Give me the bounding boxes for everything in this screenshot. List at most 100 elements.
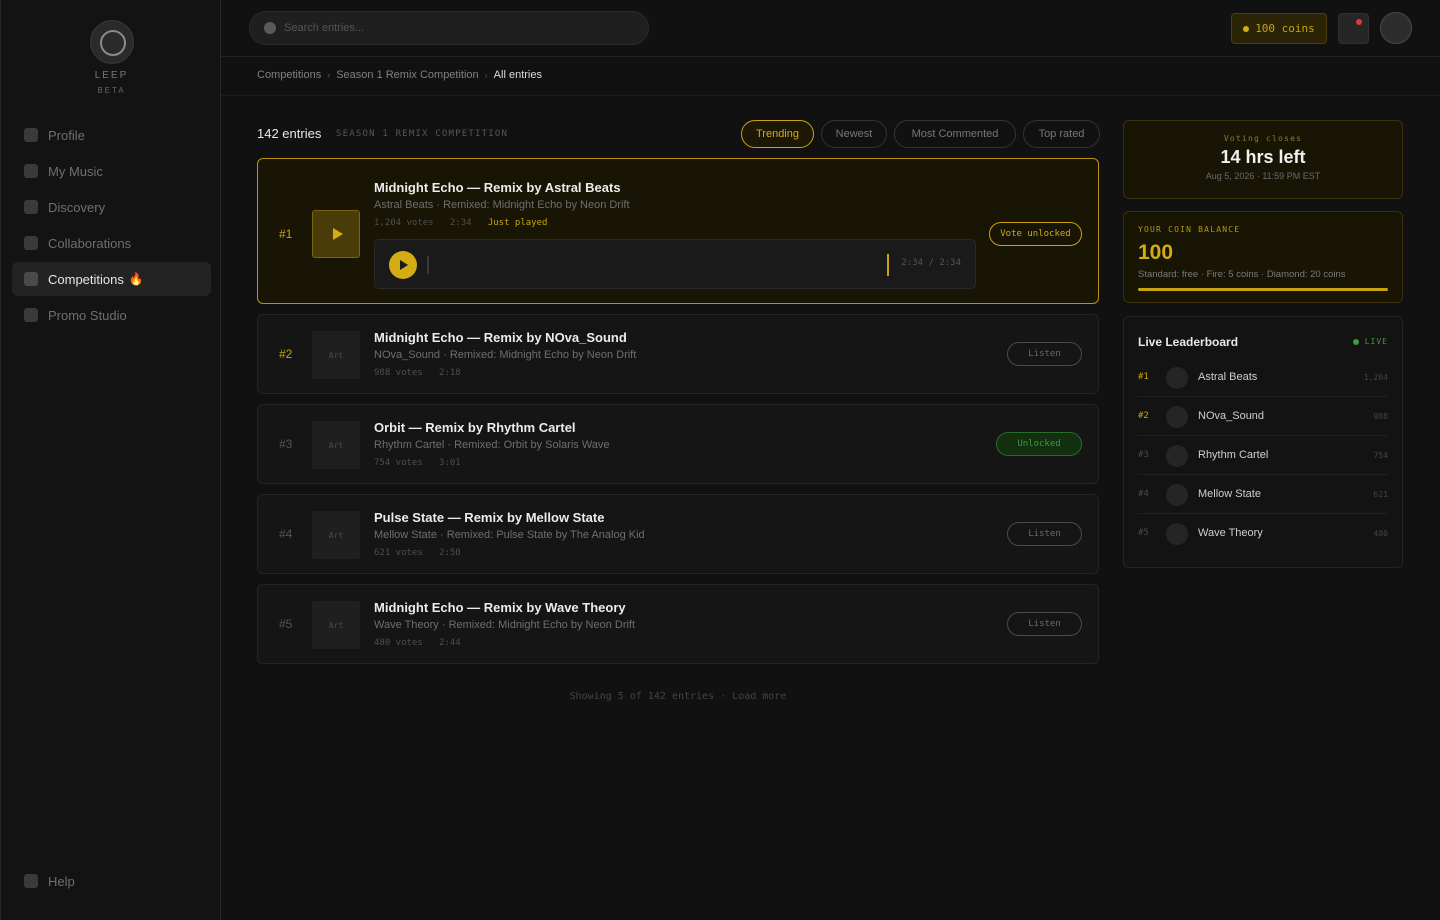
leaderboard-rank: #5 xyxy=(1138,528,1149,538)
entry-rank: #2 xyxy=(279,347,293,361)
collaborations-icon xyxy=(24,236,38,250)
entry-votes: 1,204 votes xyxy=(374,218,434,228)
chevron-right-icon: › xyxy=(327,70,331,80)
sidebar-item-label: Competitions xyxy=(48,271,124,287)
entry-title[interactable]: Pulse State — Remix by Mellow State xyxy=(374,510,604,525)
breadcrumb: Competitions › Season 1 Remix Competitio… xyxy=(257,69,542,81)
leaderboard-rank: #2 xyxy=(1138,411,1149,421)
playhead[interactable] xyxy=(887,254,889,276)
leaderboard-title: Live Leaderboard xyxy=(1138,335,1239,349)
entry-card[interactable]: #4 Art Pulse State — Remix by Mellow Sta… xyxy=(257,494,1099,574)
sidebar-nav: Profile My Music Discovery Collaboration… xyxy=(12,118,211,334)
brand-tag: BETA xyxy=(97,86,126,95)
vote-unlocked-button[interactable]: Vote unlocked xyxy=(989,222,1082,246)
entry-rank: #5 xyxy=(279,617,293,631)
leaderboard-row[interactable]: #2 NOva_Sound 988 xyxy=(1138,398,1388,436)
sidebar-item-my-music[interactable]: My Music xyxy=(12,154,211,188)
audio-player: 2:34 / 2:34 xyxy=(374,239,976,289)
entry-votes: 754 votes xyxy=(374,458,423,468)
entry-meta: 1,204 votes 2:34 Just played xyxy=(374,218,547,228)
entry-title[interactable]: Orbit — Remix by Rhythm Cartel xyxy=(374,420,576,435)
leaderboard-name: Mellow State xyxy=(1198,488,1261,500)
balance-bar xyxy=(1138,288,1388,291)
entry-rank: #1 xyxy=(279,227,293,241)
leaderboard-row[interactable]: #4 Mellow State 621 xyxy=(1138,476,1388,514)
leaderboard-row[interactable]: #3 Rhythm Cartel 754 xyxy=(1138,437,1388,475)
entry-meta: 621 votes 2:50 xyxy=(374,548,461,558)
search-bar[interactable] xyxy=(249,11,649,45)
entry-card[interactable]: #2 Art Midnight Echo — Remix by NOva_Sou… xyxy=(257,314,1099,394)
logo-icon[interactable] xyxy=(90,20,134,64)
filter-newest[interactable]: Newest xyxy=(821,120,887,148)
sidebar-item-label: Help xyxy=(48,873,75,889)
entries-count: 142 entries xyxy=(257,126,322,141)
music-icon xyxy=(24,164,38,178)
entry-votes: 621 votes xyxy=(374,548,423,558)
topbar: 100 coins xyxy=(221,0,1440,57)
coins-label: 100 coins xyxy=(1255,22,1315,35)
sidebar-item-label: Promo Studio xyxy=(48,307,127,323)
leaderboard-name: Rhythm Cartel xyxy=(1198,449,1269,461)
sidebar-item-collaborations[interactable]: Collaborations xyxy=(12,226,211,260)
sidebar-item-help[interactable]: Help xyxy=(12,864,211,898)
leaderboard-name: Astral Beats xyxy=(1198,371,1258,383)
leaderboard-name: Wave Theory xyxy=(1198,527,1263,539)
live-indicator: LIVE xyxy=(1352,337,1388,346)
entry-title[interactable]: Midnight Echo — Remix by NOva_Sound xyxy=(374,330,627,345)
balance-label: YOUR COIN BALANCE xyxy=(1138,225,1241,234)
voting-closes-panel: Voting closes 14 hrs left Aug 5, 2026 · … xyxy=(1123,120,1403,199)
balance-tiers: Standard: free · Fire: 5 coins · Diamond… xyxy=(1138,269,1346,280)
album-art[interactable]: Art xyxy=(312,331,360,379)
play-button[interactable] xyxy=(389,251,417,279)
listen-button[interactable]: Listen xyxy=(1007,612,1082,636)
album-art[interactable]: Art xyxy=(312,421,360,469)
leaderboard-row[interactable]: #5 Wave Theory 480 xyxy=(1138,515,1388,553)
entry-card[interactable]: #5 Art Midnight Echo — Remix by Wave The… xyxy=(257,584,1099,664)
search-input[interactable] xyxy=(284,22,624,34)
avatar xyxy=(1166,484,1188,506)
progress-track[interactable] xyxy=(427,254,889,276)
entry-subtitle: Astral Beats · Remixed: Midnight Echo by… xyxy=(374,199,630,211)
coins-badge[interactable]: 100 coins xyxy=(1231,13,1327,44)
filter-most-commented[interactable]: Most Commented xyxy=(894,120,1016,148)
entry-votes: 988 votes xyxy=(374,368,423,378)
filter-top-rated[interactable]: Top rated xyxy=(1023,120,1100,148)
entry-card[interactable]: #3 Art Orbit — Remix by Rhythm Cartel Rh… xyxy=(257,404,1099,484)
chevron-right-icon: › xyxy=(484,70,488,80)
sidebar-item-promo-studio[interactable]: Promo Studio xyxy=(12,298,211,332)
album-art[interactable]: Art xyxy=(312,511,360,559)
entry-duration: 2:34 xyxy=(449,218,472,228)
avatar xyxy=(1166,523,1188,545)
entry-title[interactable]: Midnight Echo — Remix by Astral Beats xyxy=(374,180,621,195)
sidebar-item-discovery[interactable]: Discovery xyxy=(12,190,211,224)
leaderboard-votes: 988 xyxy=(1373,412,1388,421)
filter-tabs: Trending Newest Most Commented Top rated xyxy=(741,120,1107,148)
entry-title[interactable]: Midnight Echo — Remix by Wave Theory xyxy=(374,600,626,615)
entry-votes: 480 votes xyxy=(374,638,423,648)
competitions-icon xyxy=(24,272,38,286)
leaderboard-panel: Live Leaderboard LIVE #1 Astral Beats 1,… xyxy=(1123,316,1403,568)
entry-card-featured[interactable]: #1 Midnight Echo — Remix by Astral Beats… xyxy=(257,158,1099,304)
leaderboard-votes: 621 xyxy=(1373,490,1388,499)
live-label: LIVE xyxy=(1364,337,1388,346)
sidebar-item-competitions[interactable]: Competitions 🔥 xyxy=(12,262,211,296)
profile-icon xyxy=(24,128,38,142)
unlocked-button[interactable]: Unlocked xyxy=(996,432,1082,456)
filter-trending[interactable]: Trending xyxy=(741,120,814,148)
breadcrumb-season[interactable]: Season 1 Remix Competition xyxy=(336,69,478,81)
sidebar-item-profile[interactable]: Profile xyxy=(12,118,211,152)
leaderboard-votes: 480 xyxy=(1373,529,1388,538)
album-art[interactable]: Art xyxy=(312,601,360,649)
leaderboard-votes: 754 xyxy=(1373,451,1388,460)
entry-duration: 2:18 xyxy=(439,368,461,378)
album-art-play-icon[interactable] xyxy=(312,210,360,258)
breadcrumb-competitions[interactable]: Competitions xyxy=(257,69,321,81)
load-more[interactable]: Showing 5 of 142 entries · Load more xyxy=(257,691,1099,702)
breadcrumb-current: All entries xyxy=(493,69,542,81)
listen-button[interactable]: Listen xyxy=(1007,342,1082,366)
coin-icon xyxy=(1243,25,1250,32)
listen-button[interactable]: Listen xyxy=(1007,522,1082,546)
avatar[interactable] xyxy=(1380,12,1412,44)
leaderboard-row[interactable]: #1 Astral Beats 1,204 xyxy=(1138,359,1388,397)
notifications-button[interactable] xyxy=(1338,13,1369,44)
